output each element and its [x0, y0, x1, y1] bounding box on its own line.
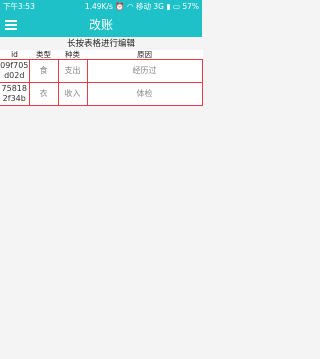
header-type: 类型 — [29, 50, 58, 60]
cell-id-line1: 75818 — [1, 84, 27, 93]
status-time: 下午3:53 — [3, 2, 35, 11]
cell-reason[interactable]: 体检 — [87, 82, 203, 106]
cell-type[interactable]: 衣 — [29, 82, 59, 106]
app-bar: 改账 — [0, 13, 202, 37]
header-reason: 原因 — [87, 50, 202, 60]
table-row[interactable]: 09f705 d02d 食 支出 经历过 — [0, 59, 203, 83]
alarm-icon: ⏰ — [115, 2, 125, 11]
signal-icon: ▮ — [166, 2, 171, 11]
status-bar: 下午3:53 1.49K/s ⏰ ◠ 移动 3G ▮ ▭ 57% — [0, 0, 202, 13]
records-table: id 类型 种类 原因 09f705 d02d 食 支出 经历过 75818 2f3… — [0, 50, 203, 106]
cell-kind[interactable]: 支出 — [58, 59, 88, 83]
table-row[interactable]: 75818 2f34b 衣 收入 体检 — [0, 82, 203, 106]
edit-hint: 长按表格进行编辑 — [66, 39, 135, 49]
cell-id-line2: d02d — [4, 71, 25, 80]
wifi-icon: ◠ — [127, 2, 134, 11]
cell-reason[interactable]: 经历过 — [87, 59, 203, 83]
status-indicators: 1.49K/s ⏰ ◠ 移动 3G ▮ ▭ 57% — [85, 0, 199, 13]
cell-kind[interactable]: 收入 — [58, 82, 88, 106]
battery-icon: ▭ — [172, 2, 180, 11]
battery-level: 57% — [182, 2, 199, 11]
cell-id[interactable]: 09f705 d02d — [0, 59, 30, 83]
cell-id-line2: 2f34b — [2, 94, 26, 103]
header-kind: 种类 — [58, 50, 87, 60]
table-header-row: id 类型 种类 原因 — [0, 50, 202, 60]
cell-id[interactable]: 75818 2f34b — [0, 82, 30, 106]
carrier-label: 移动 3G — [135, 2, 164, 11]
header-id: id — [0, 50, 29, 60]
cell-id-line1: 09f705 — [0, 61, 29, 70]
page-title: 改账 — [88, 18, 113, 32]
cell-type[interactable]: 食 — [29, 59, 59, 83]
net-speed: 1.49K/s — [84, 2, 113, 11]
